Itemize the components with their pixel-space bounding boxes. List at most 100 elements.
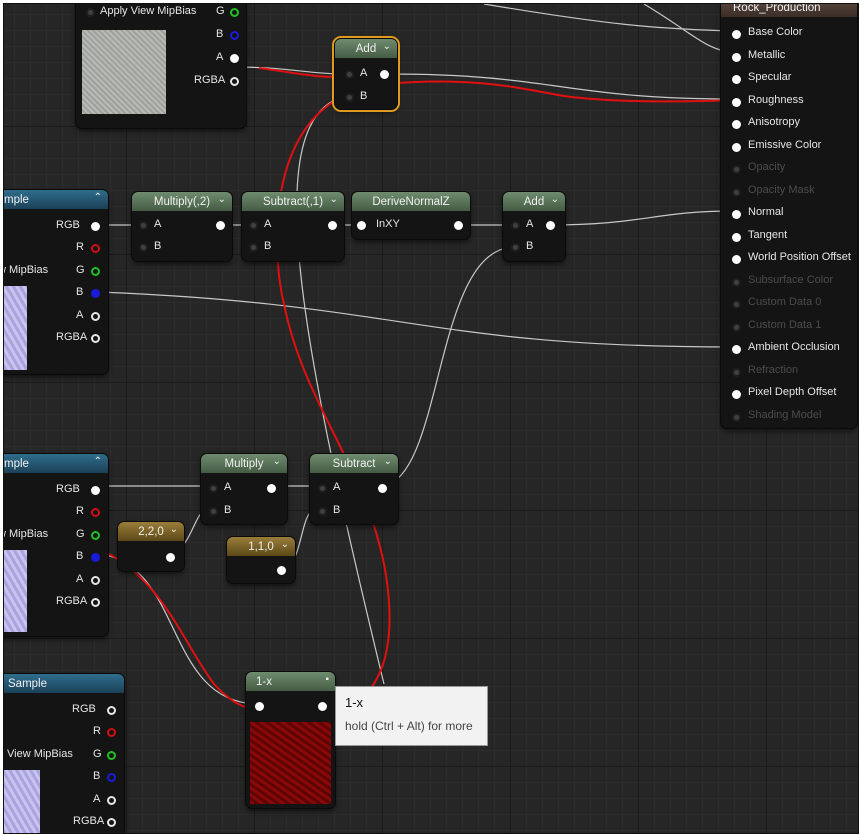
chevron-up-icon[interactable]: ⌃ [94,192,102,203]
material-input-pin[interactable] [732,210,741,219]
material-result-node[interactable]: Rock_Production Base Color Metallic Specul… [721,4,857,428]
graph-canvas[interactable]: Apply View MipBias G B A RGBA Add ⌄ A B R… [3,3,859,834]
output-pin[interactable] [216,221,225,230]
material-node-header[interactable]: Rock_Production [721,4,857,17]
chevron-down-icon[interactable]: ⌄ [170,524,178,535]
material-input-pin[interactable] [732,390,741,399]
collapse-icon[interactable]: ▪ [325,674,329,685]
material-input-pin[interactable] [732,232,741,242]
output-pin-a[interactable] [107,796,116,805]
output-pin-r[interactable] [91,508,100,517]
texture-sample-2[interactable]: mple ⌃ RGB R w MipBias G B A RGBA [4,454,108,636]
const110-header[interactable]: 1,1,0 ⌄ [227,537,295,556]
output-pin[interactable] [267,484,276,493]
material-input-pin[interactable] [732,345,741,354]
material-input-pin[interactable] [732,322,741,332]
derive-header[interactable]: DeriveNormalZ [352,192,470,211]
input-pin-a[interactable] [345,70,354,79]
input-pin-a[interactable] [139,221,148,230]
material-input-pin[interactable] [732,165,741,174]
material-input-pin[interactable] [732,277,741,287]
material-input-pin[interactable] [732,142,741,152]
output-pin-b[interactable] [107,773,116,782]
one-minus-header[interactable]: 1-x ▪ [246,672,335,691]
output-pin[interactable] [277,566,286,575]
input-pin-a[interactable] [209,484,218,493]
material-input-pin[interactable] [732,30,741,39]
input-pin-a[interactable] [249,221,258,230]
output-pin-rgba[interactable] [91,334,100,343]
output-pin[interactable] [318,702,327,711]
const220-header[interactable]: 2,2,0 ⌄ [118,522,184,541]
multiply-node-1[interactable]: Multiply(,2) ⌄ A B [132,192,232,261]
chevron-down-icon[interactable]: ⌄ [551,194,559,205]
output-pin-rgb[interactable] [91,222,100,231]
material-input-pin[interactable] [732,75,741,84]
input-pin-a[interactable] [511,221,520,230]
input-pin[interactable] [255,702,264,711]
input-pin-b[interactable] [511,243,520,252]
add-node-selected[interactable]: Add ⌄ A B [332,36,400,112]
material-input-pin[interactable] [732,367,741,377]
input-pin-b[interactable] [139,243,148,252]
chevron-down-icon[interactable]: ⌄ [384,456,392,467]
subtract-node-1[interactable]: Subtract(,1) ⌄ A B [242,192,344,261]
output-pin-g[interactable] [91,531,100,540]
output-pin-rgb[interactable] [91,486,100,495]
add-node-2[interactable]: Add ⌄ A B [503,192,565,261]
derive-normalz-node[interactable]: DeriveNormalZ InXY [352,192,470,239]
subtract-node-2[interactable]: Subtract ⌄ A B [310,454,398,524]
output-pin-rgba[interactable] [230,77,239,86]
chevron-down-icon[interactable]: ⌄ [273,456,281,467]
subtract1-header[interactable]: Subtract(,1) ⌄ [242,192,344,211]
output-pin-g[interactable] [107,751,116,760]
chevron-down-icon[interactable]: ⌄ [281,539,289,550]
sample3-header[interactable]: Sample [4,674,124,693]
chevron-up-icon[interactable]: ⌃ [94,456,102,467]
input-pin-inxy[interactable] [357,221,366,230]
output-pin-r[interactable] [91,244,100,253]
output-pin[interactable] [454,221,463,230]
output-pin[interactable] [328,221,337,230]
constant-220-node[interactable]: 2,2,0 ⌄ [118,522,184,571]
input-pin-b[interactable] [318,507,327,516]
chevron-down-icon[interactable]: ⌄ [218,194,226,205]
texture-sample-3[interactable]: Sample RGB R View MipBias G B A RGBA [4,674,124,833]
output-pin[interactable] [166,553,175,562]
chevron-down-icon[interactable]: ⌄ [383,41,391,52]
output-pin-g[interactable] [91,267,100,276]
multiply2-header[interactable]: Multiply ⌄ [201,454,287,473]
output-pin-a[interactable] [91,576,100,585]
subtract2-header[interactable]: Subtract ⌄ [310,454,398,473]
one-minus-node[interactable]: 1-x ▪ [246,672,335,808]
mipbias-toggle-pin[interactable] [86,8,95,17]
output-pin[interactable] [546,221,555,230]
output-pin-rgba[interactable] [107,818,116,827]
add-node-header[interactable]: Add ⌄ [335,39,397,58]
texture-sample-1[interactable]: mple ⌃ RGB R w MipBias G B A RGBA [4,190,108,374]
output-pin-g[interactable] [230,8,239,17]
output-pin-a[interactable] [230,54,239,63]
texture-sample-top[interactable]: Apply View MipBias G B A RGBA [76,4,246,128]
material-input-pin[interactable] [732,187,741,197]
output-pin-r[interactable] [107,728,116,737]
material-input-pin[interactable] [732,97,741,107]
output-pin-a[interactable] [91,312,100,321]
output-pin-b[interactable] [230,31,239,40]
input-pin-a[interactable] [318,484,327,493]
multiply-node-2[interactable]: Multiply ⌄ A B [201,454,287,524]
output-pin[interactable] [380,70,389,79]
material-input-pin[interactable] [732,255,741,264]
input-pin-b[interactable] [345,93,354,102]
input-pin-b[interactable] [249,243,258,252]
material-input-pin[interactable] [732,120,741,129]
output-pin-b[interactable] [91,553,100,562]
material-input-pin[interactable] [732,52,741,62]
output-pin-b[interactable] [91,289,100,298]
add2-header[interactable]: Add ⌄ [503,192,565,211]
sample2-header[interactable]: mple ⌃ [4,454,108,473]
chevron-down-icon[interactable]: ⌄ [330,194,338,205]
material-input-pin[interactable] [732,412,741,422]
output-pin[interactable] [378,484,387,493]
sample1-header[interactable]: mple ⌃ [4,190,108,209]
